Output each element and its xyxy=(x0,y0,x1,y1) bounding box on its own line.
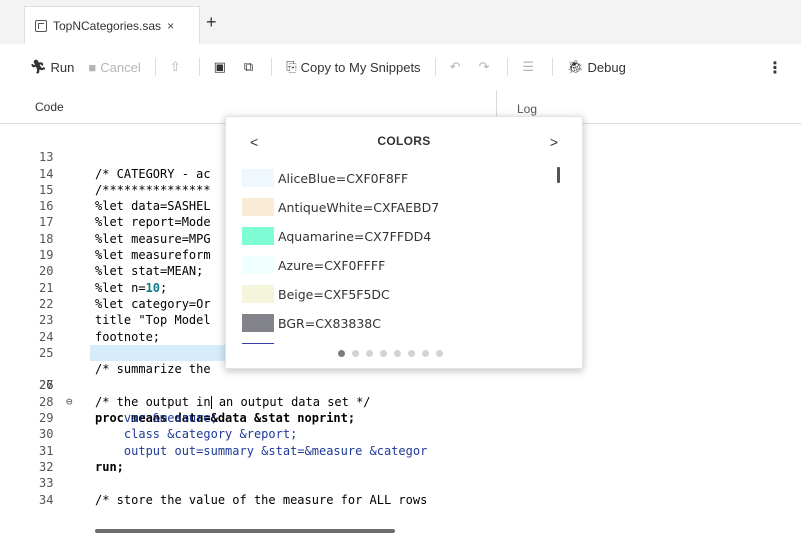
run-button[interactable]: 🏃︎ Run xyxy=(30,59,74,75)
code-line: 29 class &category &report; xyxy=(0,394,496,441)
code-line: 33 /* store the value of the measure for… xyxy=(0,459,496,506)
popup-title: COLORS xyxy=(377,134,431,148)
snippet-icon: ⎘ xyxy=(286,59,297,74)
next-color-peek xyxy=(242,343,274,344)
color-swatch xyxy=(242,169,274,187)
toolbar-divider xyxy=(434,58,436,76)
page-indicator xyxy=(338,350,450,357)
page-dot[interactable] xyxy=(380,350,387,357)
color-swatch xyxy=(242,227,274,245)
color-swatch xyxy=(242,198,274,216)
color-label: AliceBlue=CXF0F8FF xyxy=(278,170,409,186)
toolbar: 🏃︎ Run ■ Cancel ⇧ ▣ ⧉ ⎘ Copy to My Snipp… xyxy=(0,44,801,90)
save-as-button[interactable]: ⧉ xyxy=(244,59,257,75)
save-icon: ▣ xyxy=(213,59,226,74)
upload-button[interactable]: ⇧ xyxy=(170,59,185,75)
debug-label: Debug xyxy=(587,59,626,75)
horizontal-scrollbar[interactable] xyxy=(95,529,395,533)
upload-icon: ⇧ xyxy=(169,59,181,74)
color-label: BGR=CX83838C xyxy=(278,315,381,331)
colors-popup: < COLORS > AliceBlue=CXF0F8FF AntiqueWhi… xyxy=(225,116,583,369)
page-dot[interactable] xyxy=(352,350,359,357)
color-option[interactable]: BGR=CX83838C xyxy=(242,313,381,333)
cancel-label: Cancel xyxy=(100,59,141,75)
color-swatch xyxy=(242,285,274,303)
color-swatch xyxy=(242,256,274,274)
run-icon: 🏃︎ xyxy=(30,59,47,74)
color-option[interactable]: Azure=CXF0FFFF xyxy=(242,255,385,275)
code-line: 30 output out=summary &stat=&measure &ca… xyxy=(0,410,496,457)
format-code-icon: ☰ xyxy=(522,59,535,74)
page-dot[interactable] xyxy=(394,350,401,357)
next-page-icon[interactable]: > xyxy=(550,134,558,150)
close-tab-icon[interactable]: × xyxy=(167,19,174,33)
code-line: 32 xyxy=(0,443,496,474)
copy-to-snippets-button[interactable]: ⎘ Copy to My Snippets xyxy=(286,59,420,75)
color-option[interactable]: Aquamarine=CX7FFDD4 xyxy=(242,226,431,246)
color-label: Azure=CXF0FFFF xyxy=(278,257,386,273)
format-code-button[interactable]: ☰ xyxy=(522,59,538,75)
copy-snippets-label: Copy to My Snippets xyxy=(300,59,421,75)
tab-label: TopNCategories.sas xyxy=(53,18,162,33)
color-label: AntiqueWhite=CXFAEBD7 xyxy=(278,199,440,215)
code-pane-tab[interactable]: Code xyxy=(35,100,64,114)
toolbar-divider xyxy=(552,58,554,76)
redo-icon: ↷ xyxy=(478,59,490,74)
code-line: 31 run; xyxy=(0,426,496,474)
page-dot[interactable] xyxy=(338,350,345,357)
undo-button[interactable]: ↶ xyxy=(450,59,465,75)
page-dot[interactable] xyxy=(436,350,443,357)
log-pane-tab[interactable]: Log xyxy=(517,102,537,116)
save-button[interactable]: ▣ xyxy=(214,59,230,75)
page-dot[interactable] xyxy=(422,350,429,357)
color-label: Aquamarine=CX7FFDD4 xyxy=(278,228,432,244)
tab-topncategories[interactable]: TopNCategories.sas × xyxy=(24,6,200,44)
new-tab-button[interactable]: + xyxy=(206,12,217,33)
stop-icon: ■ xyxy=(88,59,97,75)
tab-bar: TopNCategories.sas × + xyxy=(0,0,801,44)
page-dot[interactable] xyxy=(408,350,415,357)
sas-file-icon xyxy=(35,19,47,32)
toolbar-divider xyxy=(198,58,200,76)
color-option[interactable]: AntiqueWhite=CXFAEBD7 xyxy=(242,197,439,217)
more-options-icon[interactable]: ⋮ xyxy=(767,58,783,78)
toolbar-divider xyxy=(154,58,156,76)
popup-scrollbar[interactable] xyxy=(557,167,560,183)
color-swatch xyxy=(242,314,274,332)
bug-icon: 🐞︎ xyxy=(567,59,584,74)
color-option[interactable]: AliceBlue=CXF0F8FF xyxy=(242,168,408,188)
page-dot[interactable] xyxy=(366,350,373,357)
color-option[interactable]: Beige=CXF5F5DC xyxy=(242,284,390,304)
code-text: /* store the value of the measure for AL… xyxy=(95,492,428,507)
code-line: 28 var &measure; xyxy=(0,378,496,425)
cancel-button[interactable]: ■ Cancel xyxy=(88,60,140,75)
save-as-icon: ⧉ xyxy=(243,59,254,74)
toolbar-divider xyxy=(507,58,509,76)
color-label: Beige=CXF5F5DC xyxy=(278,286,390,302)
code-line: 34 xyxy=(0,475,496,507)
undo-icon: ↶ xyxy=(449,59,461,74)
redo-button[interactable]: ↷ xyxy=(478,59,493,75)
toolbar-divider xyxy=(271,58,273,76)
run-label: Run xyxy=(50,59,75,75)
debug-button[interactable]: 🐞︎ Debug xyxy=(567,59,626,75)
line-number: 34 xyxy=(39,492,54,507)
